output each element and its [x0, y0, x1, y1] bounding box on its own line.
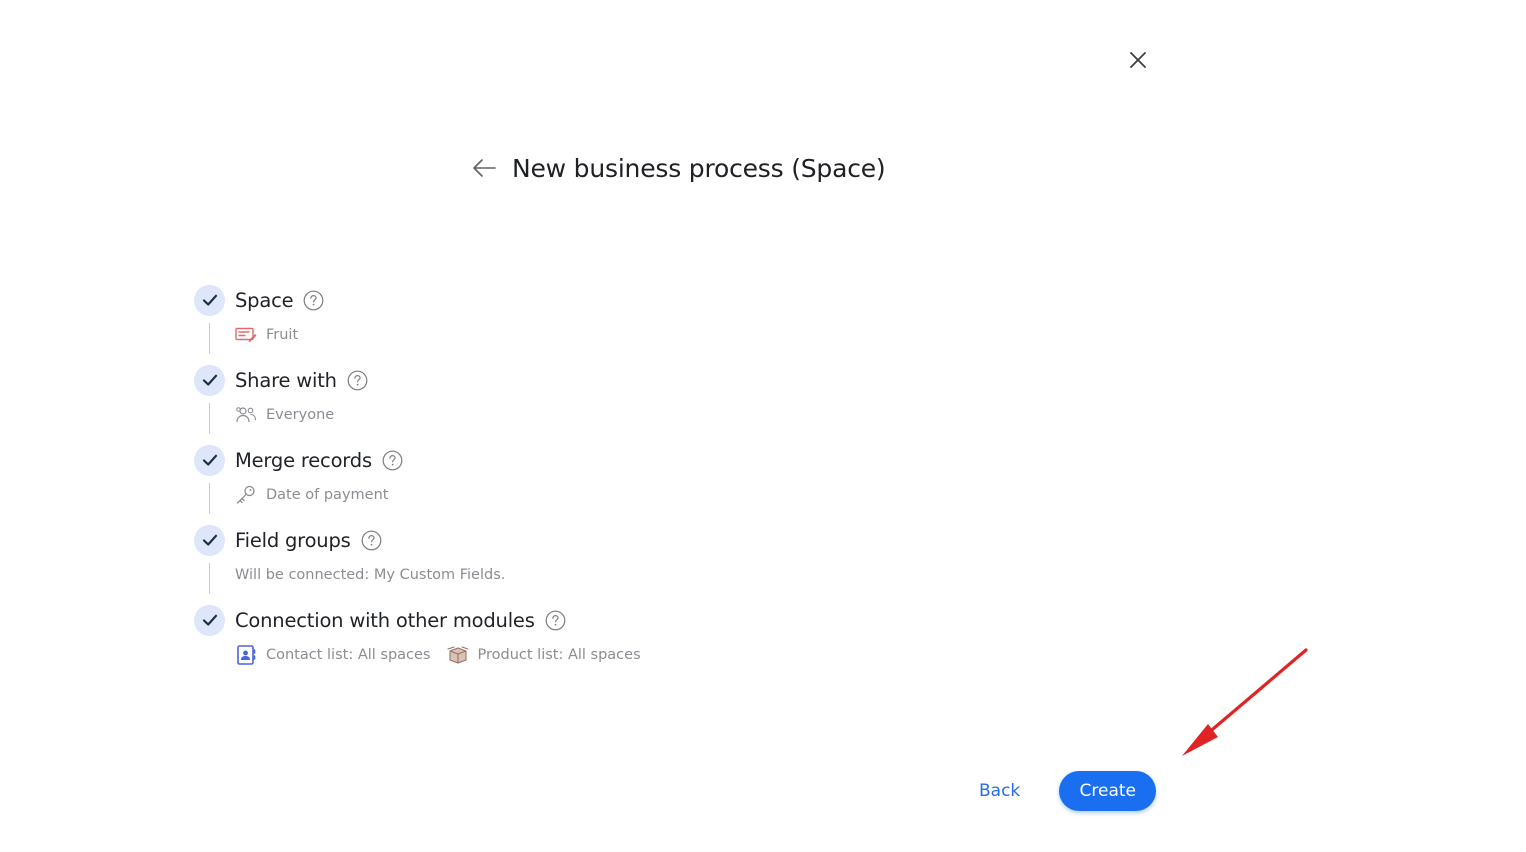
check-icon	[194, 444, 225, 476]
module-contact-text: Contact list: All spaces	[266, 647, 431, 663]
record-edit-icon	[235, 325, 257, 345]
help-icon[interactable]	[361, 530, 382, 551]
step-detail-text: Will be connected: My Custom Fields.	[235, 567, 506, 583]
step-connector	[209, 563, 210, 594]
step-space: Space Fruit	[194, 284, 894, 364]
step-label: Space	[235, 288, 294, 312]
step-label: Connection with other modules	[235, 608, 535, 632]
steps-list: Space Fruit Share with Everyone Merge re…	[194, 284, 894, 684]
close-button[interactable]	[1126, 48, 1150, 72]
help-icon[interactable]	[303, 290, 324, 311]
step-label: Field groups	[235, 528, 351, 552]
step-detail: Everyone	[235, 404, 334, 426]
step-connection-modules: Connection with other modules Contact li…	[194, 604, 894, 684]
page-title: New business process (Space)	[512, 153, 886, 183]
users-icon	[235, 405, 257, 425]
annotation-arrow-icon	[1182, 648, 1308, 756]
create-button[interactable]: Create	[1059, 771, 1157, 811]
back-arrow-button[interactable]	[470, 156, 498, 180]
step-connector	[209, 403, 210, 434]
help-icon[interactable]	[545, 610, 566, 631]
product-box-icon	[446, 645, 469, 665]
help-icon[interactable]	[382, 450, 403, 471]
step-detail: Contact list: All spaces Product list: A…	[235, 644, 641, 666]
step-detail-text: Date of payment	[266, 487, 389, 503]
module-product-text: Product list: All spaces	[477, 647, 641, 663]
step-detail: Fruit	[235, 324, 298, 346]
step-connector	[209, 483, 210, 514]
back-button[interactable]: Back	[966, 771, 1033, 811]
step-detail-text: Fruit	[266, 327, 299, 343]
check-icon	[194, 604, 225, 636]
contact-book-icon	[235, 645, 257, 665]
step-label: Merge records	[235, 448, 372, 472]
step-detail-text: Everyone	[266, 407, 335, 423]
step-connector	[209, 323, 210, 354]
step-field-groups: Field groups Will be connected: My Custo…	[194, 524, 894, 604]
arrow-left-icon	[473, 159, 496, 177]
step-label: Share with	[235, 368, 337, 392]
key-icon	[235, 485, 257, 505]
help-icon[interactable]	[347, 370, 368, 391]
step-share-with: Share with Everyone	[194, 364, 894, 444]
step-detail: Date of payment	[235, 484, 388, 506]
footer-actions: Back Create	[966, 771, 1157, 811]
step-detail: Will be connected: My Custom Fields.	[235, 564, 505, 586]
check-icon	[194, 524, 225, 556]
step-merge-records: Merge records Date of payment	[194, 444, 894, 524]
check-icon	[194, 364, 225, 396]
check-icon	[194, 284, 225, 316]
close-icon	[1130, 52, 1146, 68]
page-header: New business process (Space)	[470, 150, 886, 186]
